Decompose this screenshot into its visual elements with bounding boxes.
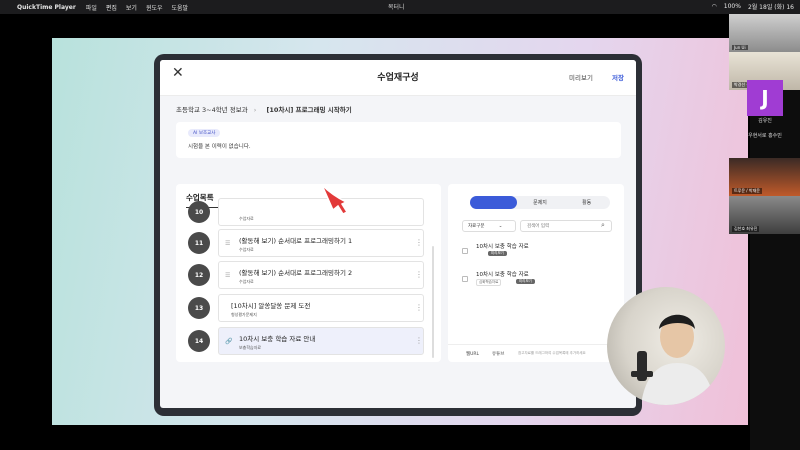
resource-item[interactable]: 10차시 보충 학습 자료 심화학습자료 미리보기 xyxy=(458,270,608,294)
preview-button[interactable]: 미리보기 xyxy=(569,72,593,82)
participant-name: Jun Ui xyxy=(732,45,748,50)
preview-mini-button[interactable]: 미리보기 xyxy=(516,279,535,284)
search-icon[interactable]: ⌕ xyxy=(601,221,605,230)
lesson-card[interactable]: ☰ (활동해 보기) 순서대로 프로그래밍하기 1 수업자료 ⋮ xyxy=(218,229,424,257)
lesson-card[interactable]: [10차시] 알쏭달쏭 문제 도전 형성평가문제지 ⋮ xyxy=(218,294,424,322)
drag-handle-icon[interactable]: ☰ xyxy=(225,272,230,279)
lesson-tag: 수업자료 xyxy=(239,279,254,284)
chevron-right-icon: › xyxy=(253,106,257,114)
lesson-title: (활동해 보기) 순서대로 프로그래밍하기 2 xyxy=(239,269,353,277)
menu-window[interactable]: 윈도우 xyxy=(146,3,163,12)
participant-name: 김유진 xyxy=(758,118,772,124)
participant-tile-fox[interactable]: 트루윤 / 박재윤 xyxy=(729,158,800,196)
list-item[interactable]: 13 [10차시] 알쏭달쏭 문제 도전 형성평가문제지 ⋮ xyxy=(184,294,424,322)
lesson-number: 12 xyxy=(188,264,210,286)
drag-handle-icon[interactable]: ☰ xyxy=(225,240,230,247)
app-screen: ✕ 수업재구성 미리보기 저장 초등학교 3~4학년 정보과 › [10차시] … xyxy=(160,60,636,408)
list-item[interactable]: 12 ☰ (활동해 보기) 순서대로 프로그래밍하기 2 수업자료 ⋮ xyxy=(184,261,424,289)
filter-label: 자료구분 xyxy=(468,224,485,229)
lesson-number: 10 xyxy=(188,201,210,223)
lesson-card[interactable]: ☰ (활동해 보기) 순서대로 프로그래밍하기 2 수업자료 ⋮ xyxy=(218,261,424,289)
resource-title: 10차시 보충 학습 자료 xyxy=(476,244,529,250)
lesson-list-panel: 수업목록 10 수업자료 11 ☰ (활동해 보기) 순서대로 프로그래밍하기 … xyxy=(176,184,441,362)
footer-hint: 참고자료를 드래그하여 수업목록에 추가하세요 xyxy=(518,351,586,355)
menu-file[interactable]: 파일 xyxy=(86,3,97,12)
participant-tile-cat[interactable]: 김찬호 최유진 xyxy=(729,196,800,234)
lesson-number: 11 xyxy=(188,232,210,254)
more-icon[interactable]: ⋮ xyxy=(415,238,423,247)
resource-checkbox[interactable] xyxy=(462,276,468,282)
participant-tile-1[interactable]: Jun Ui xyxy=(729,14,800,52)
resource-panel: 문제지 활동 자료구분 ⌄ ⌕ 10차시 보충 학습 자료 미리보기 10차시 … xyxy=(448,184,624,362)
save-button[interactable]: 저장 xyxy=(612,72,624,82)
resource-title: 10차시 보충 학습 자료 xyxy=(476,272,529,278)
menu-edit[interactable]: 편집 xyxy=(106,3,117,12)
lesson-number: 13 xyxy=(188,297,210,319)
tab-materials[interactable] xyxy=(470,196,517,209)
link-icon: 🔗 xyxy=(225,338,233,345)
presenter-webcam xyxy=(607,287,725,405)
lesson-tag: 수업자료 xyxy=(239,247,254,252)
lesson-title: (활동해 보기) 순서대로 프로그래밍하기 1 xyxy=(239,237,353,245)
breadcrumb-course[interactable]: 초등학교 3~4학년 정보과 xyxy=(176,106,248,114)
resource-item[interactable]: 10차시 보충 학습 자료 미리보기 xyxy=(458,242,608,266)
ai-assistant-box: AI 보조교사 시험을 본 이력이 없습니다. xyxy=(176,122,621,158)
list-item[interactable]: 11 ☰ (활동해 보기) 순서대로 프로그래밍하기 1 수업자료 ⋮ xyxy=(184,229,424,257)
ai-message: 시험을 본 이력이 없습니다. xyxy=(188,144,251,150)
lesson-title: 10차시 보충 학습 자료 안내 xyxy=(239,335,316,343)
tab-worksheets[interactable]: 문제지 xyxy=(517,196,564,209)
battery-label: 100% xyxy=(723,3,741,10)
resource-tag: 심화학습자료 xyxy=(476,279,502,286)
wifi-icon[interactable]: ◠ xyxy=(712,3,717,10)
page-title: 수업재구성 xyxy=(377,73,419,83)
menu-help[interactable]: 도움말 xyxy=(172,3,189,12)
resource-footer: 웹URL 유튜브 참고자료를 드래그하여 수업목록에 추가하세요 xyxy=(448,344,624,362)
bottom-strip xyxy=(0,425,800,450)
search-input[interactable] xyxy=(520,220,612,232)
type-filter-dropdown[interactable]: 자료구분 ⌄ xyxy=(462,220,516,232)
modal-header: ✕ 수업재구성 미리보기 저장 xyxy=(160,60,636,96)
participant-name: 김찬호 최유진 xyxy=(732,226,760,232)
resource-checkbox[interactable] xyxy=(462,248,468,254)
presenter-figure xyxy=(631,314,715,405)
chevron-down-icon: ⌄ xyxy=(498,223,503,229)
dark-strip xyxy=(0,14,750,38)
more-icon[interactable]: ⋮ xyxy=(415,270,423,279)
mac-menubar: QuickTime Player 파일 편집 보기 윈도우 도움말 목터니 ◠ … xyxy=(0,0,800,14)
lesson-tag: 보충학습자료 xyxy=(239,345,262,350)
preview-mini-button[interactable]: 미리보기 xyxy=(488,251,507,256)
lesson-title: [10차시] 알쏭달쏭 문제 도전 xyxy=(231,302,311,310)
participant-avatar[interactable]: J xyxy=(747,80,783,116)
window-title: 목터니 xyxy=(388,4,405,11)
tab-activities[interactable]: 활동 xyxy=(563,196,610,209)
list-item[interactable]: 10 수업자료 xyxy=(184,198,424,226)
lesson-tag: 수업자료 xyxy=(239,216,254,221)
youtube-button[interactable]: 유튜브 xyxy=(492,351,504,357)
list-item[interactable]: 14 🔗 10차시 보충 학습 자료 안내 보충학습자료 ⋮ xyxy=(184,327,424,355)
participant-name: 트루윤 / 박재윤 xyxy=(732,188,762,194)
datetime-label: 2월 18일 (화) 16 xyxy=(747,4,794,11)
ai-badge: AI 보조교사 xyxy=(188,129,221,137)
participant-name: 우현서로 홍수민 xyxy=(748,133,782,139)
lesson-tag: 형성평가문제지 xyxy=(231,312,257,317)
more-icon[interactable]: ⋮ xyxy=(415,303,423,312)
more-icon[interactable]: ⋮ xyxy=(415,336,423,345)
hand-cursor-icon xyxy=(321,184,349,215)
app-name[interactable]: QuickTime Player xyxy=(17,4,76,11)
lesson-number: 14 xyxy=(188,330,210,352)
scrollbar[interactable] xyxy=(432,246,434,358)
menu-view[interactable]: 보기 xyxy=(126,3,137,12)
breadcrumb-lesson[interactable]: [10차시] 프로그래밍 시작하기 xyxy=(266,106,351,114)
resource-tabs: 문제지 활동 xyxy=(470,196,610,209)
web-url-button[interactable]: 웹URL xyxy=(466,351,479,357)
breadcrumb: 초등학교 3~4학년 정보과 › [10차시] 프로그래밍 시작하기 xyxy=(176,104,352,114)
lesson-card[interactable]: 🔗 10차시 보충 학습 자료 안내 보충학습자료 ⋮ xyxy=(218,327,424,355)
